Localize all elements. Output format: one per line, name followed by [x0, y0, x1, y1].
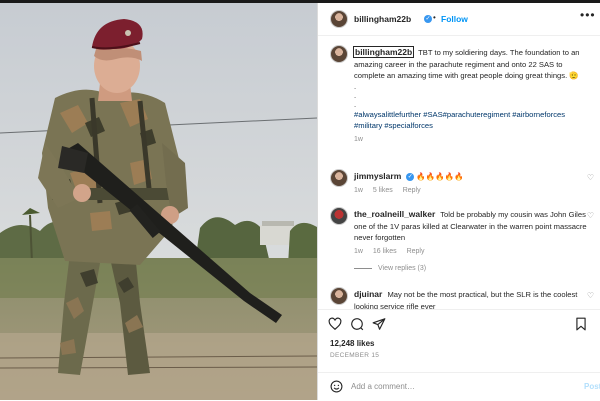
emoji-smiley-icon[interactable]	[330, 380, 343, 393]
author-avatar[interactable]	[330, 10, 348, 28]
comment-text: 🔥🔥🔥🔥🔥	[416, 172, 464, 181]
share-send-icon[interactable]	[372, 317, 386, 331]
author-username[interactable]: billingham22b	[354, 14, 411, 24]
comment-username[interactable]: jimmyslarm	[354, 171, 401, 181]
comment-time[interactable]: 1w	[354, 248, 363, 255]
comment-body: the_roalneill_walker Told be probably my…	[354, 209, 589, 275]
comment-text: May not be the most practical, but the S…	[354, 290, 578, 309]
comment-likes[interactable]: 16 likes	[373, 248, 397, 255]
comment-time[interactable]: 1w	[354, 187, 363, 194]
comment-body: djuinar May not be the most practical, b…	[354, 289, 589, 309]
like-heart-icon[interactable]	[328, 317, 342, 331]
view-replies-button[interactable]: View replies (3)	[354, 263, 589, 275]
add-comment-bar: Add a comment… Post	[318, 372, 600, 401]
reply-button[interactable]: Reply	[407, 248, 425, 255]
post-date: DECEMBER 15	[330, 352, 380, 359]
comment-bubble-icon[interactable]	[350, 317, 364, 331]
comments-list[interactable]: billingham22b TBT to my soldiering days.…	[318, 41, 600, 309]
comment-body: jimmyslarm ✓ 🔥🔥🔥🔥🔥 1w 5 likes Reply	[354, 171, 589, 196]
likes-count[interactable]: 12,248 likes	[330, 339, 374, 348]
post-actions-bar	[318, 309, 600, 338]
post-comment-button[interactable]: Post	[584, 382, 600, 391]
add-comment-input[interactable]: Add a comment…	[351, 382, 415, 391]
follow-button[interactable]: Follow	[441, 14, 468, 24]
post-photo[interactable]	[0, 3, 317, 400]
like-comment-heart-icon[interactable]: ♡	[587, 291, 594, 300]
verified-badge-icon: ✓	[424, 15, 432, 23]
verified-badge-icon: ✓	[406, 173, 415, 181]
caption-hashtags[interactable]: #alwaysalittlefurther #SAS#parachuteregi…	[354, 109, 589, 132]
comment-username[interactable]: djuinar	[354, 289, 382, 299]
view-replies-line	[354, 267, 372, 269]
commenter-avatar[interactable]	[330, 287, 348, 305]
like-comment-heart-icon[interactable]: ♡	[587, 211, 594, 220]
comment-likes[interactable]: 5 likes	[373, 187, 393, 194]
soldier-photo-image	[0, 3, 317, 400]
commenter-avatar[interactable]	[330, 207, 348, 225]
reply-button[interactable]: Reply	[403, 187, 421, 194]
caption-username[interactable]: billingham22b	[352, 46, 415, 58]
bookmark-save-icon[interactable]	[575, 317, 587, 331]
commenter-avatar[interactable]	[330, 169, 348, 187]
caption-time[interactable]: 1w	[354, 136, 363, 143]
caption-avatar[interactable]	[330, 45, 348, 63]
post-header: billingham22b ✓ • Follow •••	[318, 3, 600, 36]
comment-username[interactable]: the_roalneill_walker	[354, 209, 435, 219]
more-options-icon[interactable]: •••	[580, 8, 596, 22]
caption-body: billingham22b TBT to my soldiering days.…	[352, 46, 589, 145]
post-sidebar: billingham22b ✓ • Follow ••• billingham2…	[317, 3, 600, 400]
like-comment-heart-icon[interactable]: ♡	[587, 173, 594, 182]
caption-dots: . . .	[354, 81, 357, 109]
separator-dot: •	[433, 13, 436, 22]
view-replies-label[interactable]: View replies (3)	[378, 265, 426, 272]
